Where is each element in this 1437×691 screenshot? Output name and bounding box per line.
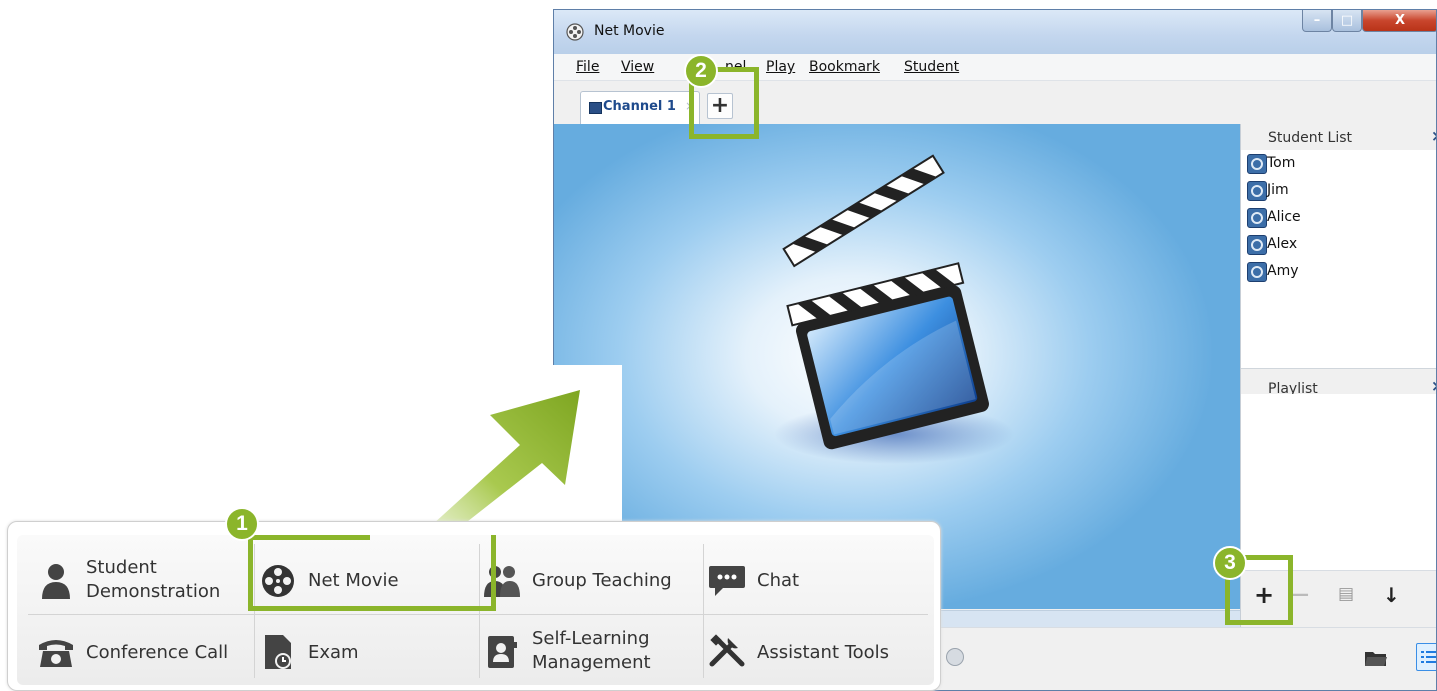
toolbar-label: Student Demonstration — [86, 557, 221, 602]
student-list-close-icon[interactable]: × — [1431, 127, 1436, 145]
step-badge-1: 1 — [225, 507, 259, 541]
toolbar-chat[interactable]: Chat — [707, 546, 927, 616]
toolbar-exam[interactable]: Exam — [258, 617, 472, 687]
film-reel-icon — [566, 23, 584, 41]
student-icon — [1247, 262, 1267, 282]
toolbar-label: Exam — [308, 642, 359, 663]
maximize-button[interactable]: □ — [1332, 10, 1362, 32]
highlight-net-movie — [248, 535, 496, 611]
open-folder-icon[interactable] — [1364, 649, 1388, 667]
menu-play[interactable]: Play — [766, 59, 795, 75]
tab-label: Channel 1 — [603, 99, 676, 114]
menu-student[interactable]: Student — [904, 59, 959, 75]
toolbar-label: Group Teaching — [532, 570, 672, 591]
exam-icon — [258, 632, 298, 672]
student-list: Tom Jim Alice Alex Amy — [1241, 150, 1436, 368]
side-panel: Student List × Tom Jim Alice Alex Amy Pl… — [1240, 124, 1436, 628]
move-down-button[interactable]: ↓ — [1383, 585, 1400, 605]
title-bar[interactable]: Net Movie – □ X — [554, 10, 1436, 54]
student-icon — [1247, 154, 1267, 174]
menu-file[interactable]: File — [576, 59, 599, 75]
toolbar-assistant-tools[interactable]: Assistant Tools — [707, 617, 927, 687]
close-button[interactable]: X — [1362, 10, 1436, 32]
channel-tab-bar: Channel 1 × + — [554, 81, 1436, 125]
list-view-icon[interactable] — [1416, 643, 1436, 671]
playlist-header: Playlist × — [1241, 368, 1436, 397]
disc-icon[interactable] — [946, 648, 964, 666]
telephone-icon — [36, 632, 76, 672]
toolbar-label: Conference Call — [86, 642, 229, 663]
toolbar-label: Chat — [757, 570, 800, 591]
toolbar-label: Self-Learning Management — [532, 628, 651, 673]
edit-playlist-item-button[interactable]: ▤ — [1338, 586, 1354, 603]
step-badge-3: 3 — [1213, 546, 1247, 580]
student-list-title: Student List — [1268, 130, 1353, 146]
toolbar-conference-call[interactable]: Conference Call — [36, 617, 250, 687]
person-icon — [36, 561, 76, 601]
toolbar-label: Assistant Tools — [757, 642, 890, 663]
tools-icon — [707, 632, 747, 672]
maximize-icon: □ — [1340, 13, 1354, 28]
student-icon — [1247, 208, 1267, 228]
student-list-header: Student List × — [1241, 124, 1436, 150]
highlight-net-movie-top — [248, 535, 370, 540]
monitor-icon — [589, 102, 602, 114]
playlist[interactable] — [1241, 394, 1436, 570]
minimize-icon: – — [1313, 13, 1321, 28]
student-icon — [1247, 235, 1267, 255]
menu-bookmark[interactable]: Bookmark — [809, 59, 880, 75]
window-title: Net Movie — [594, 23, 665, 39]
menu-view[interactable]: View — [621, 59, 654, 75]
minimize-button[interactable]: – — [1302, 10, 1332, 32]
student-icon — [1247, 181, 1267, 201]
toolbar-student-demonstration[interactable]: Student Demonstration — [36, 546, 250, 616]
toolbar-group-teaching[interactable]: Group Teaching — [482, 546, 702, 616]
self-learning-icon — [482, 632, 522, 672]
toolbar-self-learning-management[interactable]: Self-Learning Management — [482, 617, 702, 687]
chat-icon — [707, 561, 747, 601]
divider — [703, 544, 704, 678]
remove-playlist-item-button[interactable]: — — [1291, 586, 1309, 604]
playlist-close-icon[interactable]: × — [1431, 377, 1436, 395]
close-icon: X — [1394, 13, 1406, 28]
tab-channel-1[interactable]: Channel 1 × — [580, 91, 700, 125]
step-badge-2: 2 — [684, 54, 718, 88]
